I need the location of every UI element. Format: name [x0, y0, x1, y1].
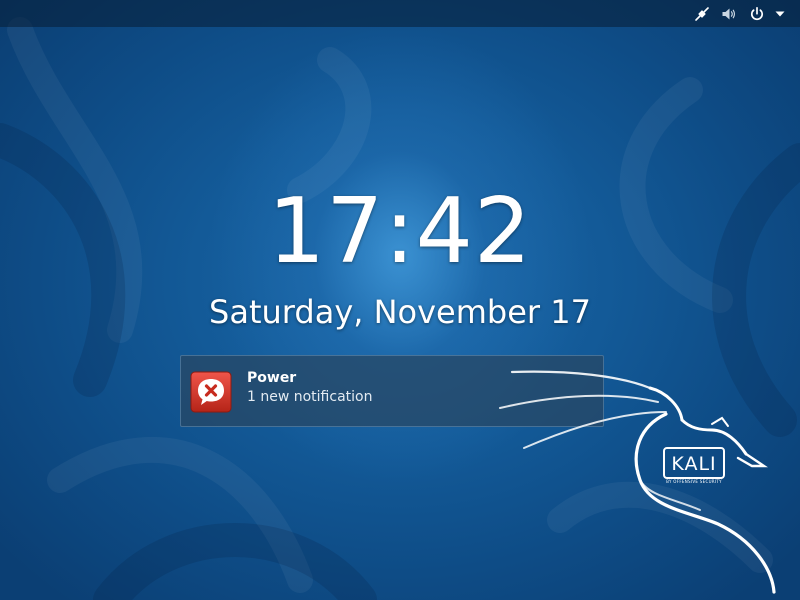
network-status[interactable] [691, 0, 713, 27]
volume-icon [722, 8, 736, 19]
notification-body: 1 new notification [247, 389, 373, 405]
kali-badge-subtext: BY OFFENSIVE SECURITY [666, 479, 722, 484]
clock-time: 17:42 [267, 179, 533, 284]
lock-screen[interactable]: 17:42 Saturday, November 17 Power 1 new … [0, 0, 800, 600]
error-chat-bubble-icon [190, 371, 232, 413]
system-menu-arrow[interactable] [771, 0, 789, 27]
kali-dragon-logo [499, 370, 776, 594]
volume-status[interactable] [718, 0, 740, 27]
notification-title: Power [247, 370, 297, 386]
power-menu-button[interactable] [746, 0, 768, 27]
kali-badge-text: KALI [671, 453, 717, 475]
power-icon [751, 6, 763, 20]
menu-arrow-down-icon [775, 11, 785, 16]
clock-date: Saturday, November 17 [209, 293, 591, 331]
top-panel [0, 0, 800, 27]
network-wired-icon [695, 6, 709, 21]
